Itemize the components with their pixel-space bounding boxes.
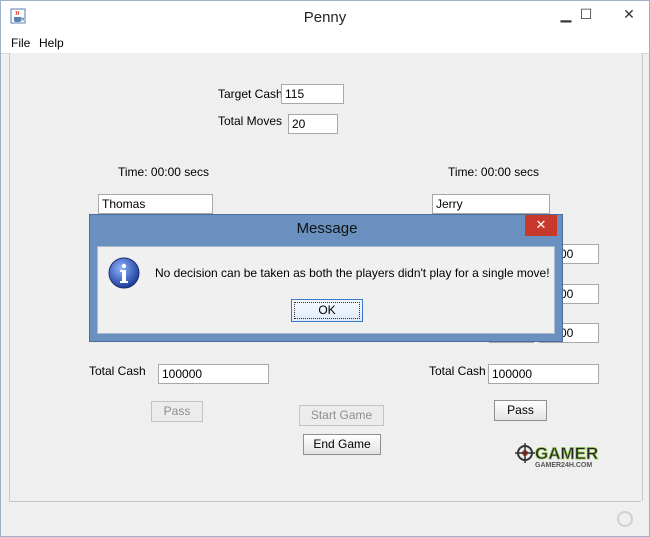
- status-bar: [9, 501, 641, 536]
- ok-button[interactable]: OK: [291, 299, 363, 322]
- close-button[interactable]: ✕: [614, 3, 644, 25]
- info-icon: [108, 257, 140, 289]
- dialog-close-button[interactable]: ✕: [525, 215, 557, 236]
- message-dialog: Message ✕ No decision can be taken as bo…: [89, 214, 563, 342]
- ok-focus-ring: [294, 302, 360, 319]
- dialog-title: Message: [296, 220, 358, 237]
- target-cash-label: Target Cash: [218, 87, 283, 101]
- right-total-cash-label: Total Cash: [429, 364, 486, 378]
- loading-circle-icon: [617, 511, 633, 527]
- target-cash-field[interactable]: 115: [281, 84, 344, 104]
- end-game-button[interactable]: End Game: [303, 434, 381, 455]
- right-player-name-field[interactable]: Jerry: [432, 194, 550, 214]
- left-player-name-field[interactable]: Thomas: [98, 194, 213, 214]
- total-moves-label: Total Moves: [218, 114, 283, 128]
- right-total-cash-field[interactable]: 100000: [488, 364, 599, 384]
- left-total-cash-label: Total Cash: [89, 364, 146, 378]
- total-moves-field[interactable]: 20: [288, 114, 338, 134]
- right-time-value: 00:00 secs: [480, 165, 539, 179]
- app-window: Penny ▁ ☐ ✕ File Help Target Cash 115 To…: [0, 0, 650, 537]
- left-time-value: 00:00 secs: [150, 165, 209, 179]
- gamer24h-logo: GAMER GAMER24H.COM: [515, 443, 599, 469]
- start-game-button[interactable]: Start Game: [299, 405, 384, 426]
- left-pass-button[interactable]: Pass: [151, 401, 203, 422]
- left-time-label: Time: 00:00 secs: [118, 165, 209, 179]
- right-time-label: Time: 00:00 secs: [448, 165, 539, 179]
- logo-main-text: GAMER: [535, 444, 598, 463]
- logo-sub-text: GAMER24H.COM: [535, 462, 592, 469]
- menu-file[interactable]: File: [11, 36, 30, 50]
- right-pass-button[interactable]: Pass: [494, 400, 547, 421]
- dialog-message: No decision can be taken as both the pla…: [155, 266, 550, 280]
- menu-help[interactable]: Help: [39, 36, 64, 50]
- dialog-body: No decision can be taken as both the pla…: [97, 246, 555, 334]
- left-total-cash-field[interactable]: 100000: [158, 364, 269, 384]
- maximize-button[interactable]: ☐: [571, 3, 601, 25]
- menu-bar: File Help: [1, 33, 649, 54]
- title-bar[interactable]: Penny ▁ ☐ ✕: [1, 1, 649, 33]
